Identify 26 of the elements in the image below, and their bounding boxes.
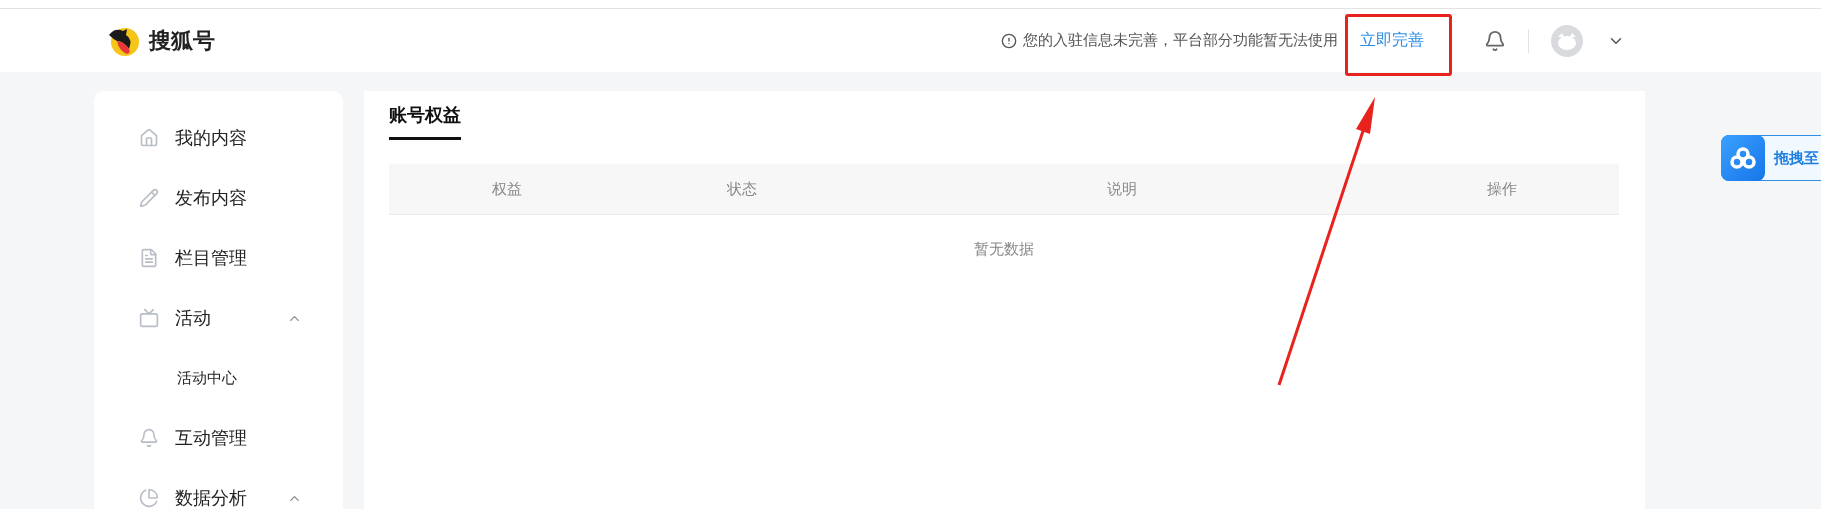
column-header: 状态: [727, 179, 757, 199]
complete-info-link[interactable]: 立即完善: [1360, 30, 1424, 51]
sidebar-item[interactable]: 发布内容: [94, 168, 343, 228]
tab[interactable]: 账号权益: [389, 91, 461, 140]
sidebar-item[interactable]: 栏目管理: [94, 228, 343, 288]
notification-icon[interactable]: [1484, 29, 1506, 52]
sidebar-item[interactable]: 我的内容: [94, 108, 343, 168]
column-header: 权益: [492, 179, 522, 199]
logo-text: 搜狐号: [149, 26, 215, 55]
empty-message: 暂无数据: [973, 239, 1035, 259]
column-header: 说明: [1107, 179, 1137, 199]
drag-button[interactable]: 拖拽至: [1721, 135, 1821, 181]
cloud-icon: [1730, 147, 1756, 169]
pie-chart-icon: [139, 488, 159, 508]
sidebar-item[interactable]: 活动: [94, 288, 343, 348]
notice-text: 您的入驻信息未完善，平台部分功能暂无法使用: [1023, 31, 1338, 50]
pencil-icon: [139, 188, 159, 208]
tv-icon: [139, 308, 159, 328]
column-header: 操作: [1487, 179, 1517, 199]
sidebar-item[interactable]: 互动管理: [94, 408, 343, 468]
bell-icon: [139, 428, 159, 448]
alert-icon: [1001, 32, 1017, 49]
sidebar-subitem[interactable]: 活动中心: [94, 348, 343, 408]
document-icon: [139, 248, 159, 268]
sidebar-item[interactable]: 数据分析: [94, 468, 343, 509]
home-icon: [139, 128, 159, 148]
